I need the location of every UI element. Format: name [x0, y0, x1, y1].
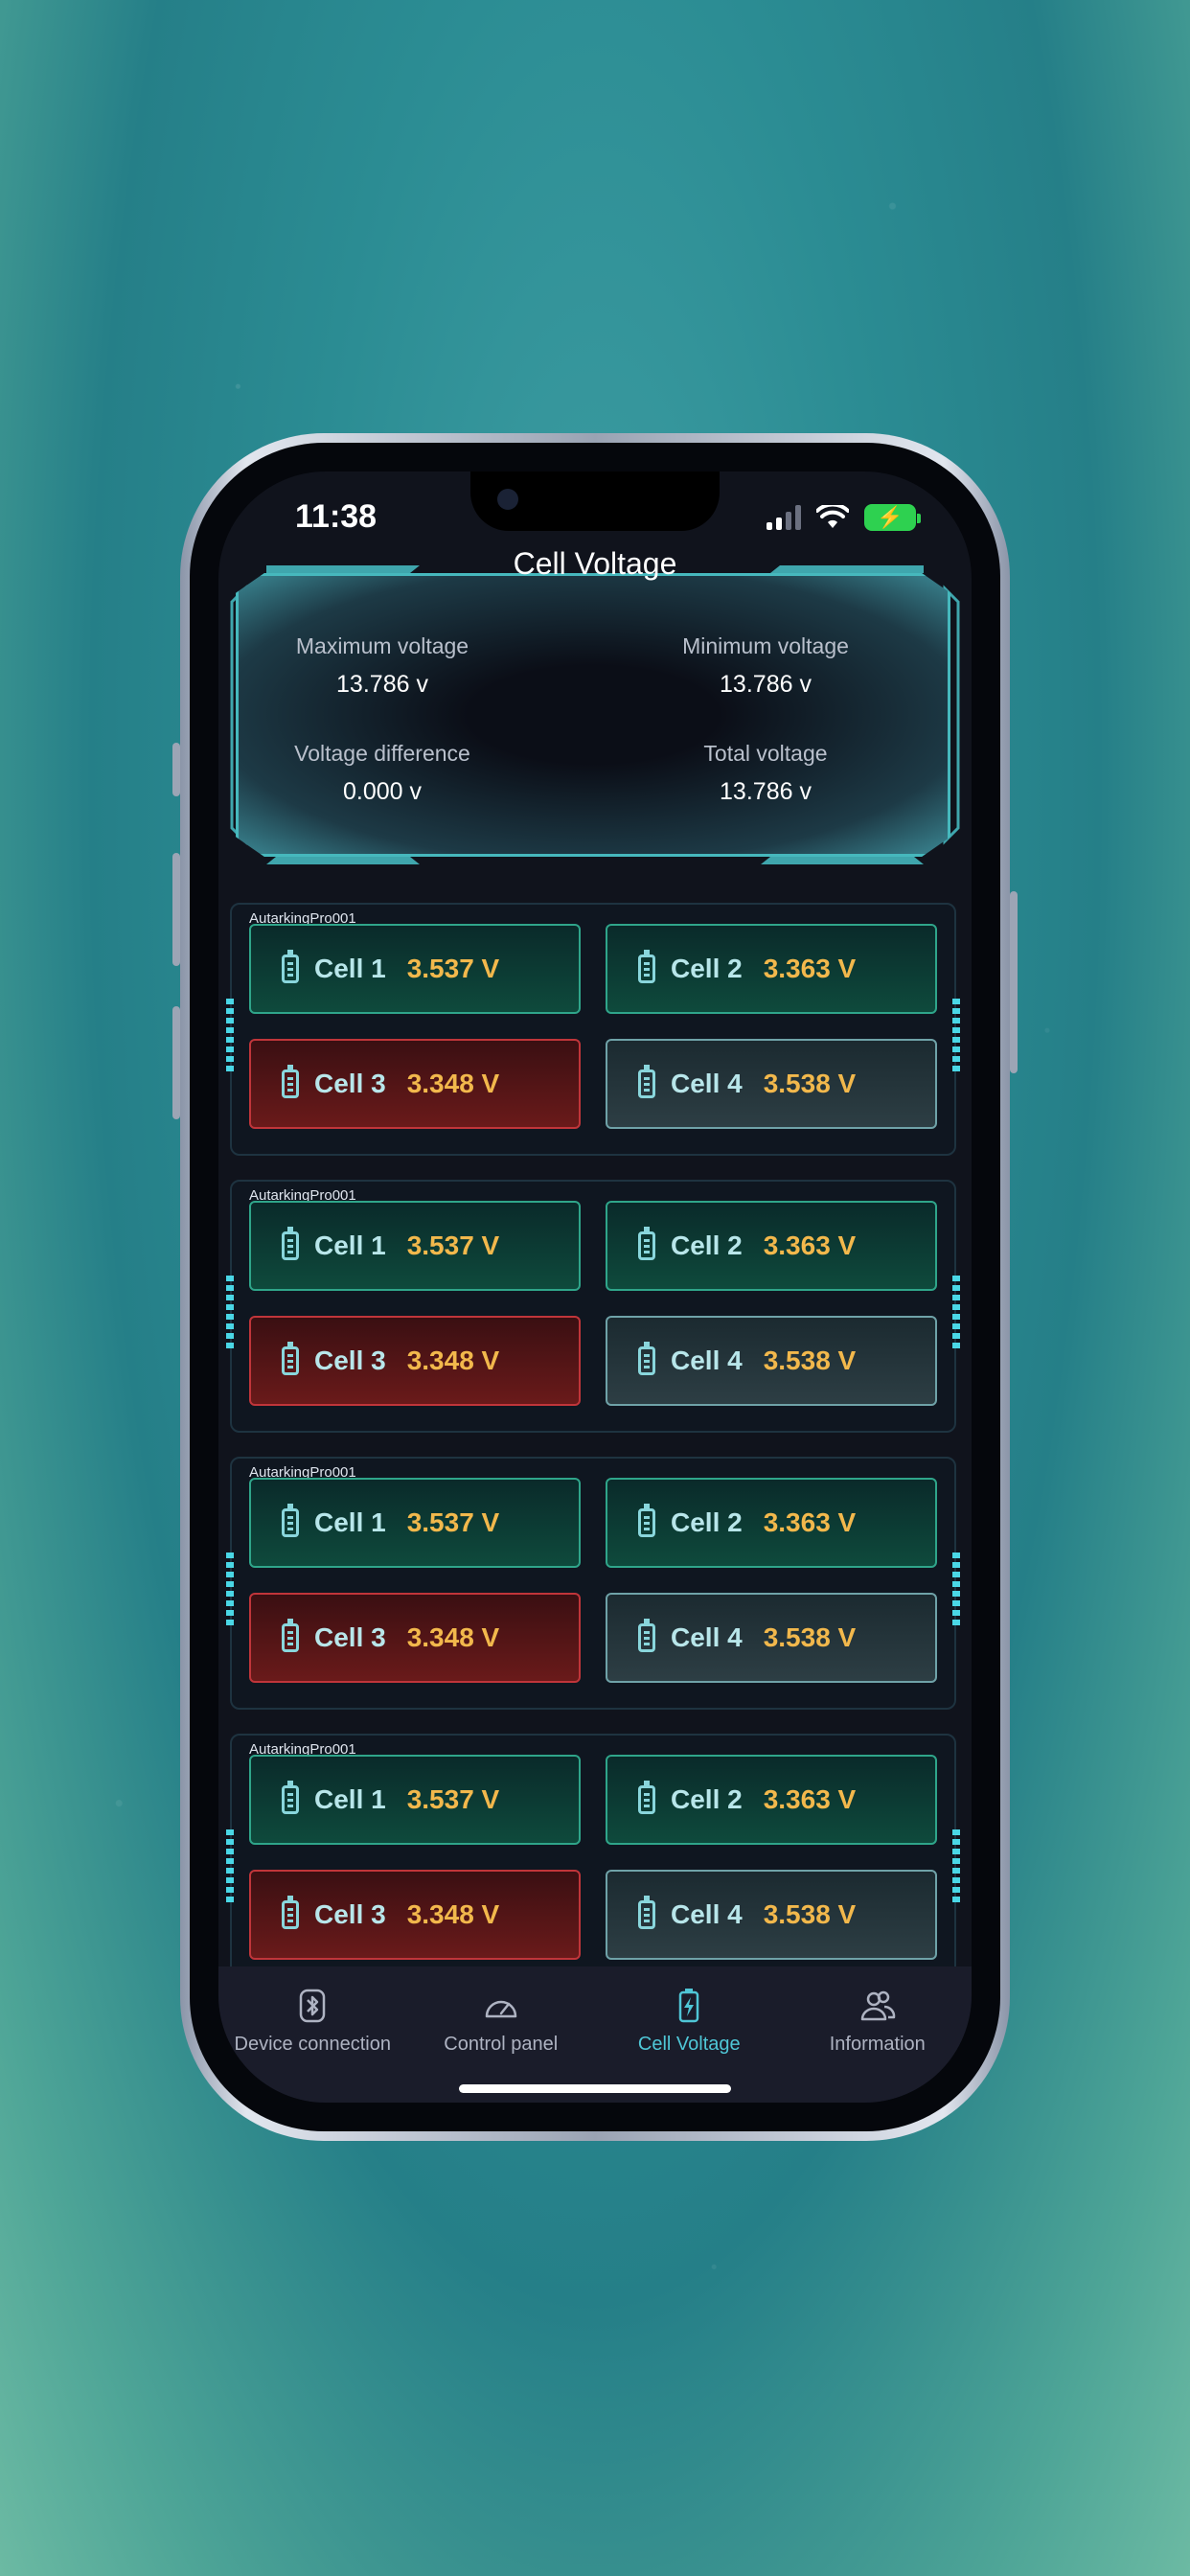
cell-group: AutarkingPro001 Cell 1 3.537 V Cell 2 3.…: [226, 903, 960, 1156]
cell-card[interactable]: Cell 1 3.537 V: [249, 1201, 581, 1291]
silent-switch: [172, 743, 180, 796]
wifi-icon: [816, 505, 849, 528]
phone-frame: 11:38 ⚡ Cell Voltage Maximum voltage 13.…: [180, 433, 1010, 2141]
battery-icon: [282, 1227, 299, 1260]
bottom-tab-bar: Device connection Control panel Cell Vol…: [218, 1966, 972, 2103]
cell-card[interactable]: Cell 4 3.538 V: [606, 1593, 937, 1683]
tab-cell-voltage[interactable]: Cell Voltage: [595, 1966, 784, 2103]
volume-down-button: [172, 1006, 180, 1119]
battery-icon: [282, 950, 299, 983]
cell-card[interactable]: Cell 1 3.537 V: [249, 924, 581, 1014]
cell-groups-list[interactable]: AutarkingPro001 Cell 1 3.537 V Cell 2 3.…: [218, 874, 972, 1968]
home-indicator[interactable]: [459, 2084, 731, 2093]
gauge-icon: [485, 2000, 516, 2018]
power-button: [1010, 891, 1018, 1073]
app-screen: 11:38 ⚡ Cell Voltage Maximum voltage 13.…: [218, 472, 972, 2103]
voltage-summary-panel: Maximum voltage 13.786 v Minimum voltage…: [236, 573, 950, 857]
tab-control-panel[interactable]: Control panel: [407, 1966, 596, 2103]
cell-card[interactable]: Cell 2 3.363 V: [606, 1755, 937, 1845]
battery-icon: [282, 1065, 299, 1098]
cell-card[interactable]: Cell 4 3.538 V: [606, 1039, 937, 1129]
cell-card[interactable]: Cell 1 3.537 V: [249, 1478, 581, 1568]
total-voltage-stat: Total voltage 13.786 v: [703, 741, 828, 805]
cell-card[interactable]: Cell 2 3.363 V: [606, 1478, 937, 1568]
cell-card[interactable]: Cell 1 3.537 V: [249, 1755, 581, 1845]
cell-card[interactable]: Cell 3 3.348 V: [249, 1316, 581, 1406]
cell-card[interactable]: Cell 3 3.348 V: [249, 1039, 581, 1129]
cell-card[interactable]: Cell 3 3.348 V: [249, 1593, 581, 1683]
battery-icon: [282, 1781, 299, 1814]
cell-group: AutarkingPro001 Cell 1 3.537 V Cell 2 3.…: [226, 1734, 960, 1968]
battery-charging-icon: ⚡: [864, 504, 921, 531]
battery-icon: [282, 1504, 299, 1537]
cell-group: AutarkingPro001 Cell 1 3.537 V Cell 2 3.…: [226, 1180, 960, 1433]
battery-charge-icon: [679, 1989, 699, 2023]
cell-card[interactable]: Cell 4 3.538 V: [606, 1316, 937, 1406]
max-voltage-stat: Maximum voltage 13.786 v: [295, 633, 469, 698]
battery-icon: [638, 1504, 655, 1537]
min-voltage-stat: Minimum voltage 13.786 v: [682, 633, 849, 698]
battery-icon: [282, 1896, 299, 1929]
battery-icon: [638, 1619, 655, 1652]
cell-card[interactable]: Cell 2 3.363 V: [606, 924, 937, 1014]
battery-icon: [638, 1342, 655, 1375]
voltage-difference-stat: Voltage difference 0.000 v: [294, 741, 470, 805]
tab-information[interactable]: Information: [784, 1966, 973, 2103]
battery-icon: [282, 1342, 299, 1375]
battery-icon: [638, 1896, 655, 1929]
cell-card[interactable]: Cell 2 3.363 V: [606, 1201, 937, 1291]
cellular-signal-icon: [767, 505, 801, 530]
cell-card[interactable]: Cell 4 3.538 V: [606, 1870, 937, 1960]
battery-icon: [638, 950, 655, 983]
bluetooth-icon: [300, 1989, 326, 2023]
page-title: Cell Voltage: [513, 546, 677, 581]
tab-device-connection[interactable]: Device connection: [218, 1966, 407, 2103]
battery-icon: [638, 1227, 655, 1260]
volume-up-button: [172, 853, 180, 966]
battery-icon: [638, 1781, 655, 1814]
battery-icon: [282, 1619, 299, 1652]
cell-card[interactable]: Cell 3 3.348 V: [249, 1870, 581, 1960]
users-icon: [860, 1990, 896, 2021]
notch: [470, 472, 720, 531]
cell-group: AutarkingPro001 Cell 1 3.537 V Cell 2 3.…: [226, 1457, 960, 1710]
battery-icon: [638, 1065, 655, 1098]
status-time: 11:38: [295, 498, 378, 535]
